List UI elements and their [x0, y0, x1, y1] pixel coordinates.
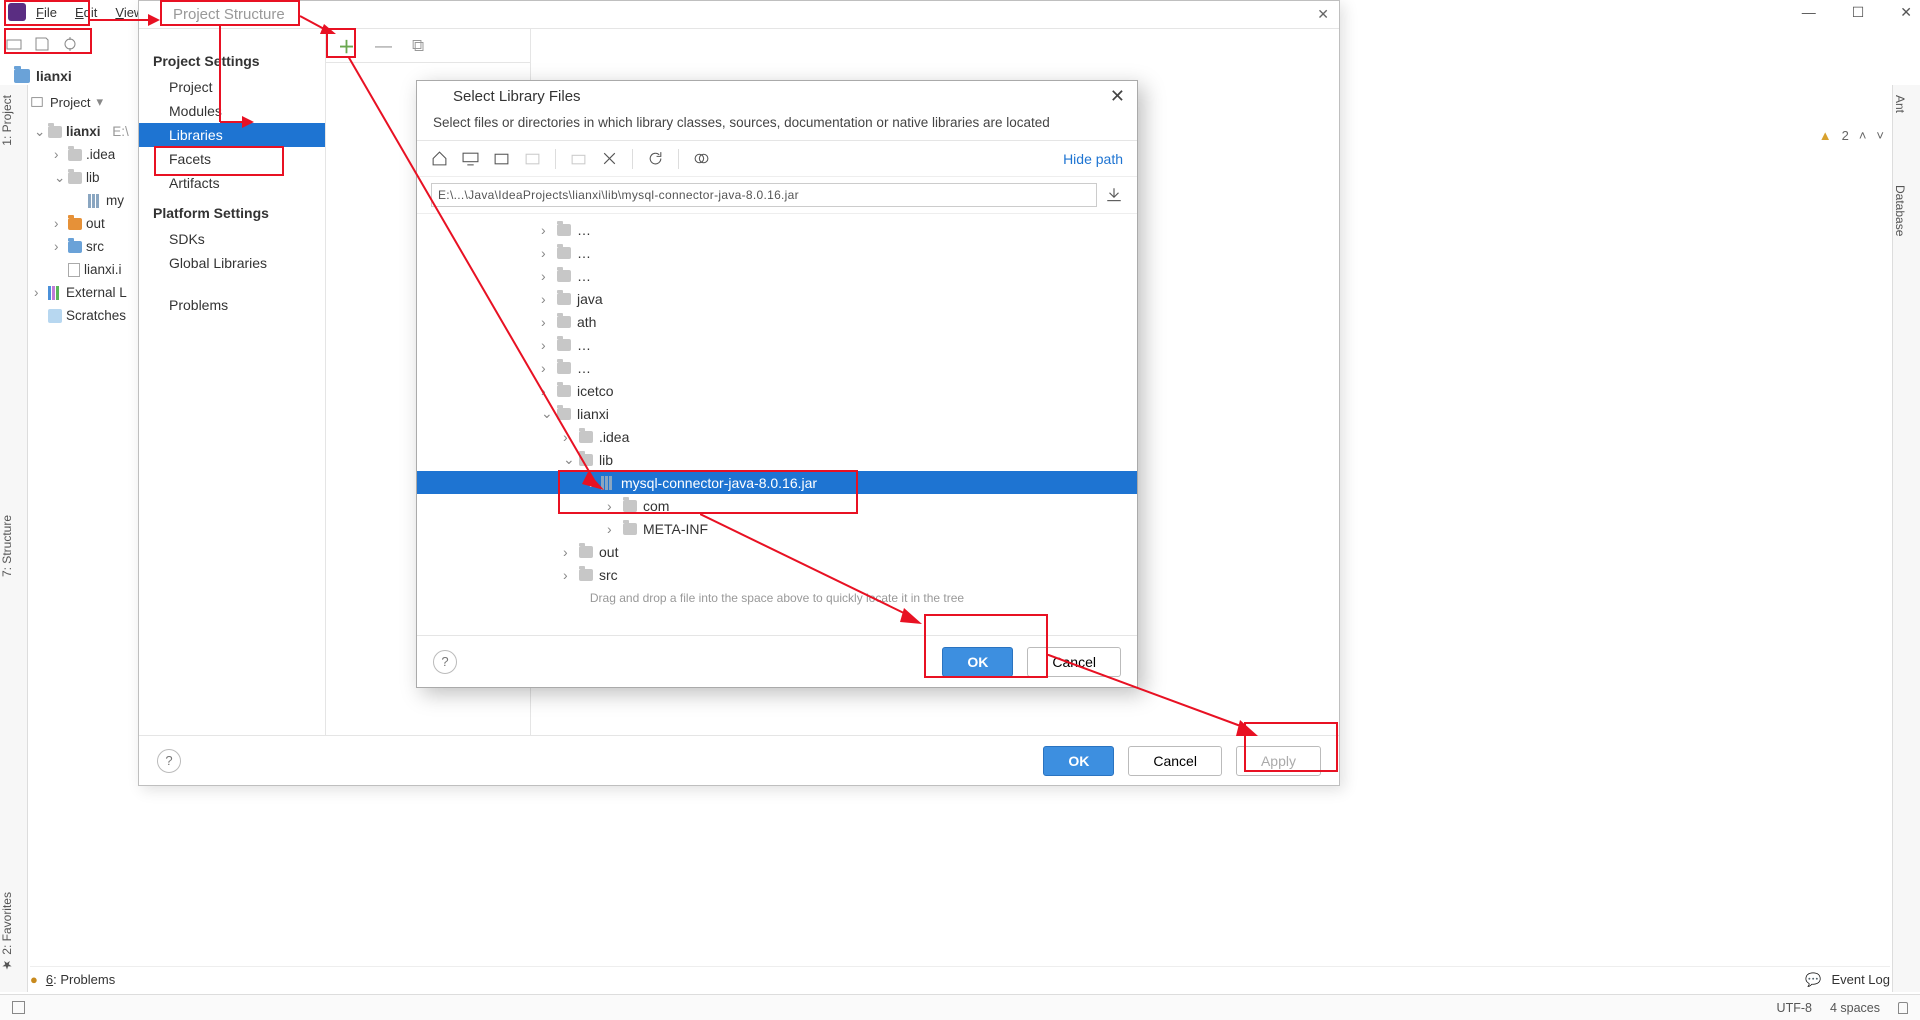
open-icon[interactable]: [6, 36, 22, 52]
dialog-close-icon[interactable]: ✕: [1317, 6, 1329, 23]
copy-icon[interactable]: ⧉: [412, 36, 424, 56]
help-button[interactable]: ?: [157, 749, 181, 773]
folder-icon: [14, 69, 30, 83]
add-library-button[interactable]: ＋: [338, 33, 355, 58]
os-maximize[interactable]: ☐: [1852, 4, 1865, 21]
warning-icon[interactable]: ▲: [1819, 128, 1832, 143]
lf-ok-button[interactable]: OK: [942, 647, 1013, 677]
tree-row-selected[interactable]: ⌄mysql-connector-java-8.0.16.jar: [417, 471, 1137, 494]
ps-cancel-button[interactable]: Cancel: [1128, 746, 1222, 776]
dropdown-icon[interactable]: ▾: [96, 94, 103, 110]
sidebar-heading-platform-settings: Platform Settings: [153, 205, 325, 221]
hide-path-link[interactable]: Hide path: [1063, 151, 1123, 167]
tool-project-tab[interactable]: 1: Project: [0, 85, 14, 156]
lock-icon[interactable]: [1898, 1002, 1908, 1014]
settings-sidebar: Project Settings Project Modules Librari…: [139, 29, 325, 735]
project-view-icon: [30, 95, 44, 109]
folder-icon: [68, 241, 82, 253]
menu-edit[interactable]: Edit: [67, 3, 105, 22]
drop-hint: Drag and drop a file into the space abov…: [417, 589, 1137, 613]
problems-icon: ●: [30, 972, 38, 987]
history-icon[interactable]: [1105, 186, 1123, 204]
event-log-icon: 💬: [1805, 972, 1821, 988]
jar-icon: [601, 476, 615, 490]
problems-tab[interactable]: 6: 6: ProblemsProblems: [46, 972, 115, 987]
new-folder-icon[interactable]: [570, 150, 587, 167]
sidebar-heading-project-settings: Project Settings: [153, 53, 325, 69]
folder-icon: [68, 218, 82, 230]
app-icon: [149, 7, 165, 23]
app-icon: [8, 3, 26, 21]
sidebar-item-problems[interactable]: Problems: [153, 293, 325, 317]
ps-apply-button[interactable]: Apply: [1236, 746, 1321, 776]
ps-ok-button[interactable]: OK: [1043, 746, 1114, 776]
refresh-icon[interactable]: [647, 150, 664, 167]
library-icon: [48, 286, 62, 300]
project-icon[interactable]: [493, 150, 510, 167]
home-icon[interactable]: [431, 150, 448, 167]
tool-structure-tab[interactable]: 7: Structure: [0, 505, 14, 587]
os-minimize[interactable]: —: [1802, 4, 1816, 21]
folder-icon: [48, 126, 62, 138]
os-close[interactable]: ✕: [1900, 4, 1912, 21]
chevron-up-icon[interactable]: ˄: [1859, 128, 1867, 143]
tool-ant-tab[interactable]: Ant: [1893, 85, 1907, 123]
folder-icon: [68, 149, 82, 161]
dialog-title: Select Library Files: [453, 88, 581, 105]
save-icon[interactable]: [34, 36, 50, 52]
delete-icon[interactable]: [601, 150, 618, 167]
tool-database-tab[interactable]: Database: [1893, 175, 1907, 246]
close-icon[interactable]: ✕: [1110, 86, 1125, 107]
sidebar-item-facets[interactable]: Facets: [153, 147, 325, 171]
status-encoding[interactable]: UTF-8: [1777, 1001, 1812, 1015]
project-panel-title[interactable]: Project: [50, 95, 90, 110]
tool-favorites-tab[interactable]: ★ 2: Favorites: [0, 882, 14, 982]
menu-file[interactable]: FFileile: [28, 3, 65, 22]
folder-icon: [68, 172, 82, 184]
lf-cancel-button[interactable]: Cancel: [1027, 647, 1121, 677]
remove-library-button[interactable]: —: [375, 36, 392, 56]
show-hidden-icon[interactable]: [693, 150, 710, 167]
chevron-down-icon[interactable]: ˅: [1876, 128, 1884, 143]
status-toggle-icon[interactable]: [12, 1001, 25, 1014]
jar-icon: [88, 194, 102, 208]
file-icon: [68, 263, 80, 277]
sidebar-item-libraries[interactable]: Libraries: [139, 123, 325, 147]
dialog-subtitle: Select files or directories in which lib…: [417, 111, 1137, 141]
warning-count: 2: [1842, 128, 1849, 143]
scratches-icon: [48, 309, 62, 323]
path-input[interactable]: [431, 183, 1097, 207]
breadcrumb-root[interactable]: lianxi: [36, 68, 72, 84]
sync-icon[interactable]: [62, 36, 78, 52]
select-library-files-dialog: Select Library Files ✕ Select files or d…: [416, 80, 1138, 688]
sidebar-item-artifacts[interactable]: Artifacts: [153, 171, 325, 195]
event-log-tab[interactable]: Event Log: [1831, 972, 1890, 987]
desktop-icon[interactable]: [462, 150, 479, 167]
module-icon[interactable]: [524, 150, 541, 167]
status-bar: UTF-8 4 spaces: [0, 994, 1920, 1020]
sidebar-item-project[interactable]: Project: [153, 75, 325, 99]
help-button[interactable]: ?: [433, 650, 457, 674]
sidebar-item-sdks[interactable]: SDKs: [153, 227, 325, 251]
file-tree[interactable]: ›… ›… ›… ›java ›ath ›… ›… ›icetco ⌄lianx…: [417, 213, 1137, 589]
app-icon: [429, 88, 445, 104]
status-indent[interactable]: 4 spaces: [1830, 1001, 1880, 1015]
sidebar-item-global-libraries[interactable]: Global Libraries: [153, 251, 325, 275]
sidebar-item-modules[interactable]: Modules: [153, 99, 325, 123]
dialog-title: Project Structure: [173, 6, 285, 23]
